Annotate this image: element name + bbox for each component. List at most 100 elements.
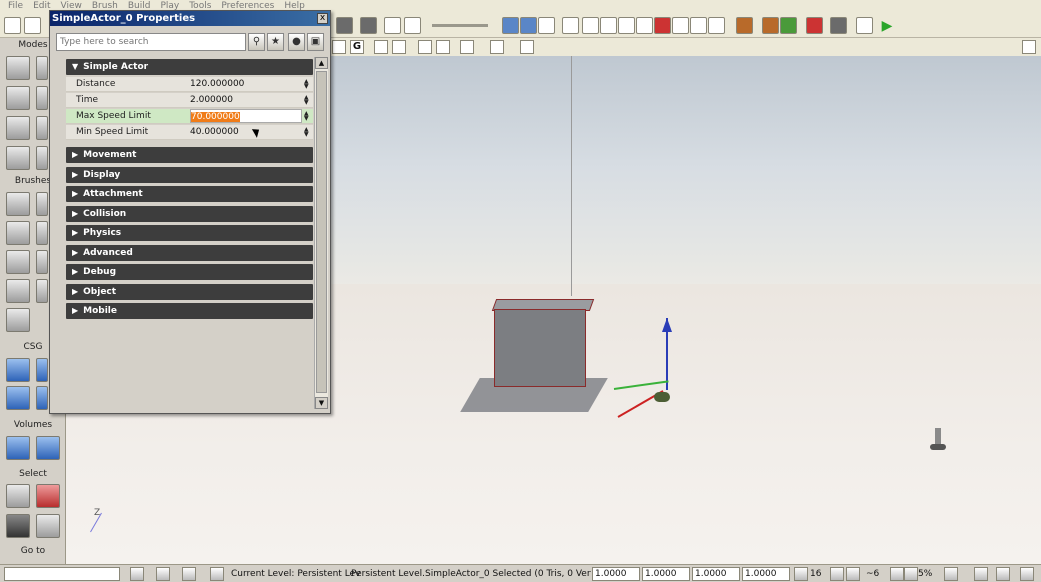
eye-icon[interactable] <box>392 40 406 54</box>
csg-add-icon[interactable] <box>6 358 30 382</box>
scale-z-field[interactable]: 1.0000 <box>692 567 740 581</box>
spinner-icon[interactable]: ▲ ▼ <box>304 127 311 138</box>
level-check-icon[interactable] <box>210 567 224 581</box>
autosave-icon[interactable] <box>974 567 988 581</box>
property-row-time[interactable]: Time 2.000000 ▲ ▼ <box>66 93 313 108</box>
sheet-brush-icon[interactable] <box>36 250 48 274</box>
perspective-icon[interactable] <box>332 40 346 54</box>
play-viewport-icon[interactable] <box>490 40 504 54</box>
binoculars-icon[interactable] <box>336 17 353 34</box>
scale-checkbox-icon[interactable] <box>944 567 958 581</box>
simple-actor-icon[interactable] <box>654 392 670 402</box>
build-geometry-icon[interactable] <box>600 17 617 34</box>
camera-speed-slider[interactable] <box>432 24 488 27</box>
show-all-icon[interactable] <box>36 514 60 538</box>
build-cover-icon[interactable] <box>654 17 671 34</box>
search-actor-icon[interactable] <box>690 17 707 34</box>
scroll-thumb[interactable] <box>316 71 327 393</box>
category-debug[interactable]: ▶ Debug <box>66 264 313 280</box>
new-file-icon[interactable] <box>4 17 21 34</box>
camera-icon[interactable] <box>520 40 534 54</box>
show-selected-icon[interactable] <box>6 484 30 508</box>
actor-icon[interactable] <box>418 40 432 54</box>
lock-icon[interactable] <box>374 40 388 54</box>
open-file-icon[interactable] <box>24 17 41 34</box>
current-level-text[interactable]: Current Level: Persistent Lev <box>231 568 360 580</box>
volume-shape-icon[interactable] <box>36 436 60 460</box>
console-icon[interactable] <box>830 17 847 34</box>
scale-uniform-field[interactable]: 1.0000 <box>742 567 790 581</box>
build-paths-icon[interactable] <box>636 17 653 34</box>
gizmo-z-arrow[interactable] <box>662 318 672 332</box>
property-value[interactable]: 120.000000 <box>190 77 302 92</box>
csg-subtract-icon[interactable] <box>36 358 48 382</box>
scale-snap-value[interactable]: 5% <box>918 568 932 580</box>
spinner-icon[interactable]: ▲ ▼ <box>304 111 311 122</box>
spinner-icon[interactable]: ▲ ▼ <box>304 79 311 90</box>
kismet-k-icon[interactable] <box>856 17 873 34</box>
category-attachment[interactable]: ▶ Attachment <box>66 186 313 202</box>
category-collision[interactable]: ▶ Collision <box>66 206 313 222</box>
property-value-input[interactable]: 70.000000 <box>190 109 302 123</box>
record-icon[interactable] <box>806 17 823 34</box>
build-all-icon[interactable] <box>672 17 689 34</box>
csg-deintersect-icon[interactable] <box>36 386 48 410</box>
paint-mode-icon[interactable] <box>6 116 30 140</box>
player-start-icon[interactable] <box>930 428 946 450</box>
rotation-snap-value[interactable]: ~6 <box>866 568 879 580</box>
build-lighting-icon[interactable] <box>618 17 635 34</box>
category-advanced[interactable]: ▶ Advanced <box>66 245 313 261</box>
property-row-max-speed-limit[interactable]: Max Speed Limit 70.000000 ▲ ▼ <box>66 109 313 124</box>
lighting-icon[interactable] <box>520 17 537 34</box>
category-object[interactable]: ▶ Object <box>66 284 313 300</box>
grid-snap-icon[interactable] <box>794 567 808 581</box>
grid-checkbox-icon[interactable] <box>830 567 844 581</box>
scale-x-field[interactable]: 1.0000 <box>592 567 640 581</box>
mesh-mode-icon[interactable] <box>36 116 48 140</box>
lock-icon[interactable]: ● <box>288 33 305 51</box>
search-icon[interactable]: ⚲ <box>248 33 265 51</box>
resize-grip-icon[interactable] <box>1020 567 1034 581</box>
category-movement[interactable]: ▶ Movement <box>66 147 313 163</box>
menu-file[interactable]: File <box>8 0 23 14</box>
property-value[interactable]: 40.000000 <box>190 125 302 140</box>
camera-mode-icon[interactable] <box>6 56 30 80</box>
kismet-icon[interactable] <box>360 17 377 34</box>
rotation-snap-icon[interactable] <box>846 567 860 581</box>
cube-brush[interactable] <box>494 309 586 387</box>
box-icon[interactable] <box>460 40 474 54</box>
settings-icon[interactable] <box>708 17 725 34</box>
grid-size-value[interactable]: 16 <box>810 568 821 580</box>
curved-stair-icon[interactable] <box>6 221 30 245</box>
foliage-mode-icon[interactable] <box>6 146 30 170</box>
copy-icon[interactable]: ▣ <box>307 33 324 51</box>
scale-snap-icon[interactable] <box>904 567 918 581</box>
landscape-mode-icon[interactable] <box>36 146 48 170</box>
scroll-down-icon[interactable]: ▼ <box>315 397 328 409</box>
csg-intersect-icon[interactable] <box>6 386 30 410</box>
play-icon[interactable]: ▶ <box>878 17 896 35</box>
rotation-checkbox-icon[interactable] <box>890 567 904 581</box>
property-row-min-speed-limit[interactable]: Min Speed Limit 40.000000 ▲ ▼ <box>66 125 313 140</box>
content-browser-icon[interactable] <box>384 17 401 34</box>
scroll-up-icon[interactable]: ▲ <box>315 57 328 69</box>
texture-mode-icon[interactable] <box>36 86 48 110</box>
align-icon[interactable] <box>156 567 170 581</box>
sound-icon[interactable] <box>762 17 779 34</box>
add-volume-icon[interactable] <box>6 436 30 460</box>
actor-red-icon[interactable] <box>436 40 450 54</box>
spinner-icon[interactable]: ▲ ▼ <box>304 95 311 106</box>
terrain-mode-icon[interactable] <box>6 86 30 110</box>
category-simple-actor[interactable]: ▼ Simple Actor <box>66 59 313 75</box>
sphere-icon[interactable] <box>562 17 579 34</box>
search-input[interactable] <box>56 33 246 51</box>
category-mobile[interactable]: ▶ Mobile <box>66 303 313 319</box>
invert-selection-icon[interactable] <box>6 514 30 538</box>
hide-selected-icon[interactable] <box>36 484 60 508</box>
delete-icon[interactable] <box>130 567 144 581</box>
cone-brush-icon[interactable] <box>36 192 48 216</box>
cylinder-brush-icon[interactable] <box>36 221 48 245</box>
terrain-icon[interactable] <box>780 17 797 34</box>
category-display[interactable]: ▶ Display <box>66 167 313 183</box>
category-physics[interactable]: ▶ Physics <box>66 225 313 241</box>
